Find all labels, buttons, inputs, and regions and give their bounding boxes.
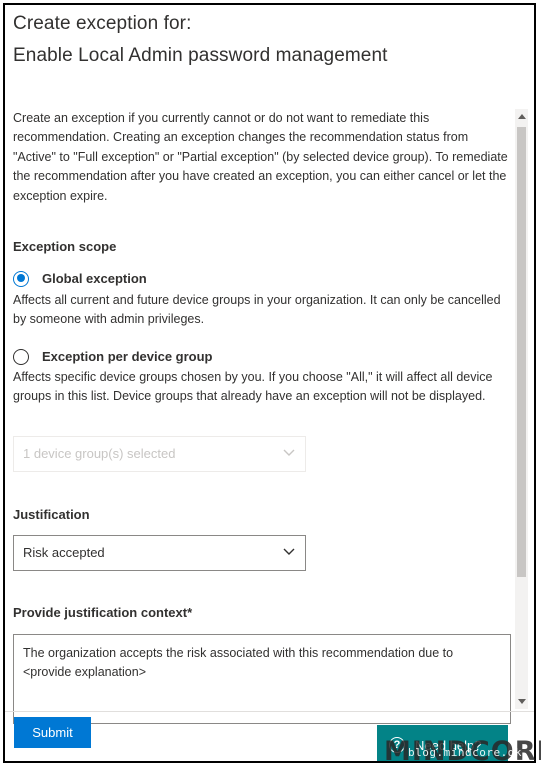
exception-panel: Create exception for: Enable Local Admin… [3, 3, 536, 763]
chevron-down-icon [283, 449, 295, 456]
justification-label: Justification [13, 507, 90, 522]
justification-dropdown-value: Risk accepted [23, 545, 105, 561]
recommendation-name: Enable Local Admin password management [13, 45, 388, 66]
justification-dropdown[interactable]: Risk accepted [13, 535, 306, 571]
footer-divider [5, 711, 534, 712]
scroll-up-icon[interactable] [518, 114, 526, 119]
justification-context-label: Provide justification context* [13, 605, 193, 620]
scroll-thumb[interactable] [517, 127, 526, 577]
global-exception-option[interactable]: Global exception [13, 269, 147, 288]
vertical-scrollbar[interactable] [515, 109, 528, 709]
chevron-down-icon [283, 548, 295, 555]
watermark-subtext: blog.mindcore.dk [408, 746, 522, 759]
device-group-exception-label[interactable]: Exception per device group [42, 347, 213, 366]
panel-title: Create exception for: [13, 13, 192, 34]
scroll-down-icon[interactable] [518, 699, 526, 704]
device-group-exception-option[interactable]: Exception per device group [13, 347, 213, 366]
device-group-dropdown-value: 1 device group(s) selected [23, 446, 176, 462]
device-group-dropdown[interactable]: 1 device group(s) selected [13, 436, 306, 472]
global-exception-description: Affects all current and future device gr… [13, 293, 501, 327]
intro-text: Create an exception if you currently can… [13, 111, 508, 203]
submit-button[interactable]: Submit [14, 717, 91, 748]
device-group-exception-radio[interactable] [13, 348, 29, 365]
global-exception-label[interactable]: Global exception [42, 269, 147, 288]
exception-scope-label: Exception scope [13, 239, 117, 254]
global-exception-radio[interactable] [13, 270, 29, 287]
device-group-exception-description: Affects specific device groups chosen by… [13, 370, 493, 404]
